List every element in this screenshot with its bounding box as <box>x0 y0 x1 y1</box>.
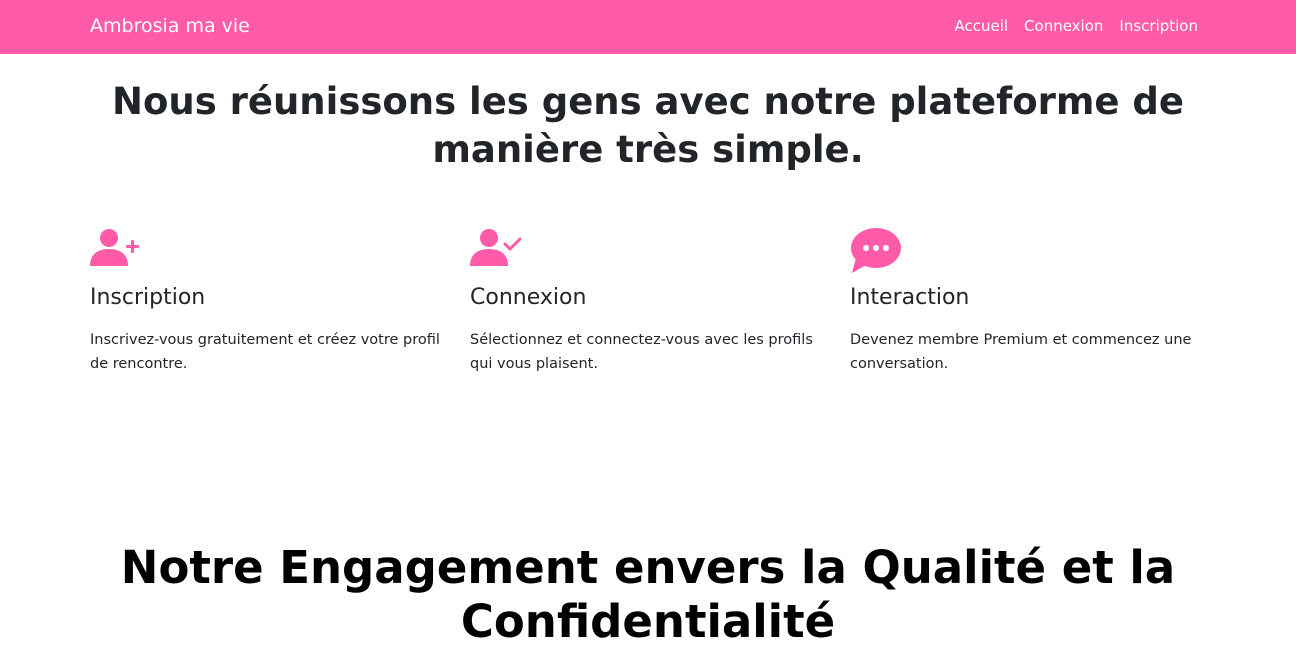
nav-link-inscription[interactable]: Inscription <box>1119 17 1198 35</box>
feature-text: Sélectionnez et connectez-vous avec les … <box>470 332 813 372</box>
feature-title: Connexion <box>470 285 587 310</box>
chat-bubble-icon <box>850 228 1210 273</box>
nav-link-accueil[interactable]: Accueil <box>954 17 1008 35</box>
feature-text: Devenez membre Premium et commencez une … <box>850 332 1192 372</box>
hero-title: Nous réunissons les gens avec notre plat… <box>111 80 1184 171</box>
engagement-title: Notre Engagement envers la Qualité et la… <box>120 541 1176 648</box>
nav-link-connexion[interactable]: Connexion <box>1024 17 1103 35</box>
feature-title: Inscription <box>90 285 206 310</box>
feature-inscription: Inscription Inscrivez-vous gratuitement … <box>90 228 450 376</box>
feature-text: Inscrivez-vous gratuitement et créez vot… <box>90 332 440 372</box>
user-check-icon <box>470 228 830 272</box>
feature-title: Interaction <box>850 285 970 310</box>
feature-interaction: Interaction Devenez membre Premium et co… <box>850 228 1210 376</box>
feature-connexion: Connexion Sélectionnez et connectez-vous… <box>470 228 830 376</box>
top-navbar: Ambrosia ma vie Accueil Connexion Inscri… <box>0 0 1296 54</box>
brand-link[interactable]: Ambrosia ma vie <box>90 15 250 37</box>
user-plus-icon <box>90 228 450 272</box>
nav-links: Accueil Connexion Inscription <box>954 17 1198 35</box>
